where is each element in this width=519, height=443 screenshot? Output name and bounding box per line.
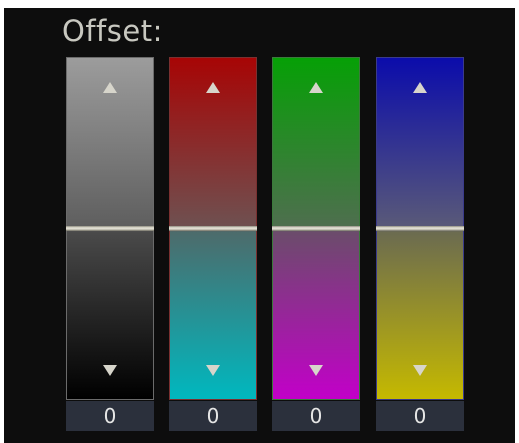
- offset-value-gray[interactable]: 0: [66, 401, 154, 431]
- offset-slider-gray[interactable]: [66, 57, 154, 400]
- offset-title: Offset:: [62, 14, 163, 48]
- triangle-up-icon[interactable]: [309, 82, 323, 93]
- offset-value-red[interactable]: 0: [169, 401, 257, 431]
- slider-thumb-red[interactable]: [169, 226, 257, 231]
- triangle-up-icon[interactable]: [103, 82, 117, 93]
- offset-value-green[interactable]: 0: [272, 401, 360, 431]
- slider-thumb-gray[interactable]: [66, 226, 154, 231]
- triangle-down-icon[interactable]: [413, 365, 427, 376]
- offset-slider-red[interactable]: [169, 57, 257, 400]
- triangle-up-icon[interactable]: [206, 82, 220, 93]
- triangle-down-icon[interactable]: [309, 365, 323, 376]
- offset-value-blue[interactable]: 0: [376, 401, 464, 431]
- triangle-up-icon[interactable]: [413, 82, 427, 93]
- slider-thumb-blue[interactable]: [376, 226, 464, 231]
- offset-slider-green[interactable]: [272, 57, 360, 400]
- triangle-down-icon[interactable]: [206, 365, 220, 376]
- slider-thumb-green[interactable]: [272, 226, 360, 231]
- offset-slider-blue[interactable]: [376, 57, 464, 400]
- triangle-down-icon[interactable]: [103, 365, 117, 376]
